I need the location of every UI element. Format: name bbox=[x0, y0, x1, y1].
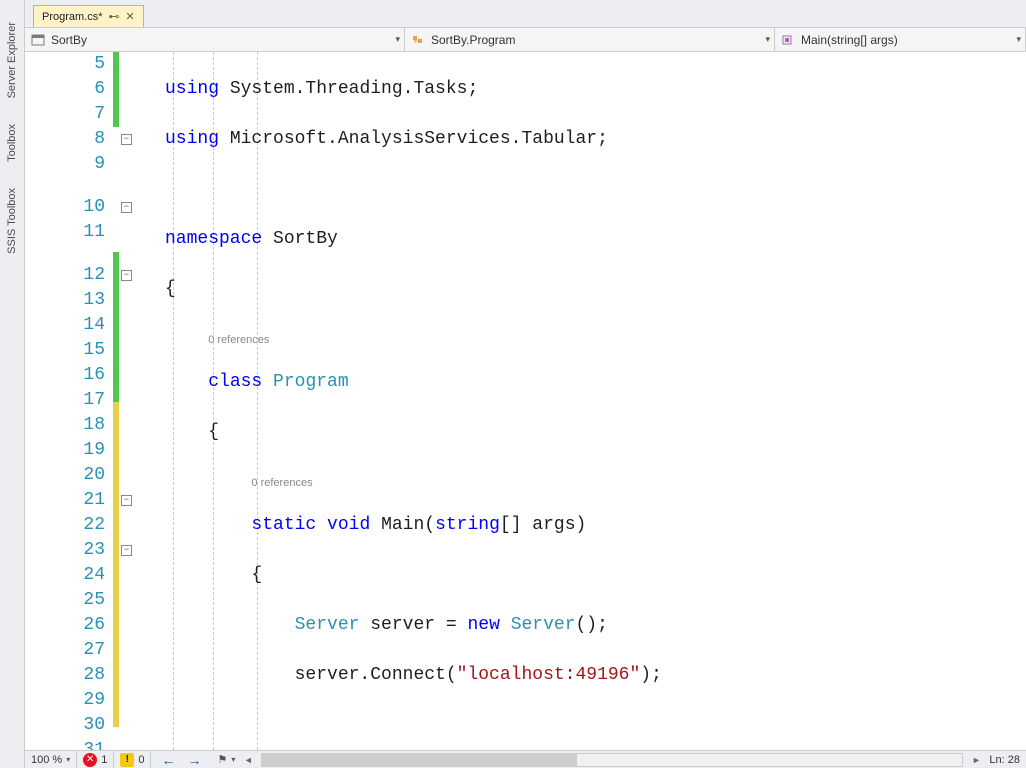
nav-scope-dropdown[interactable]: SortBy ▾ bbox=[25, 28, 405, 51]
cursor-position: Ln: 28 bbox=[983, 751, 1026, 768]
scroll-right-button[interactable]: ► bbox=[969, 753, 983, 767]
fold-toggle[interactable]: − bbox=[121, 134, 132, 145]
codelens-references[interactable]: 0 references bbox=[208, 334, 269, 346]
fold-toggle[interactable]: − bbox=[121, 270, 132, 281]
method-icon bbox=[781, 34, 795, 46]
scroll-left-button[interactable]: ◄ bbox=[241, 753, 255, 767]
outline-column: − − − − − bbox=[119, 52, 161, 750]
chevron-down-icon: ▾ bbox=[1016, 34, 1021, 45]
nav-member-label: Main(string[] args) bbox=[801, 33, 898, 47]
status-bar: 100 %▾ ✕ 1 ! 0 ← → ⚑▾ ◄ ► Ln: 28 bbox=[25, 750, 1026, 768]
nav-scope-label: SortBy bbox=[51, 33, 87, 47]
chevron-down-icon: ▾ bbox=[765, 34, 770, 45]
fold-toggle[interactable]: − bbox=[121, 495, 132, 506]
warning-count[interactable]: ! 0 bbox=[114, 751, 151, 768]
error-icon: ✕ bbox=[83, 753, 97, 767]
close-icon[interactable]: ✕ bbox=[126, 10, 135, 23]
warning-icon: ! bbox=[120, 753, 134, 767]
tab-strip: Program.cs* ⊷ ✕ bbox=[25, 0, 1026, 28]
dock-tab-toolbox[interactable]: Toolbox bbox=[4, 120, 20, 166]
line-number-gutter: 5 6 7 8 9 10 11 12 13 14 15 16 17 18 19 … bbox=[25, 52, 113, 750]
tab-title: Program.cs* bbox=[42, 11, 103, 23]
zoom-level[interactable]: 100 %▾ bbox=[25, 751, 77, 768]
horizontal-scrollbar[interactable] bbox=[261, 753, 963, 767]
error-count[interactable]: ✕ 1 bbox=[77, 751, 114, 768]
project-icon bbox=[31, 34, 45, 46]
dock-tab-ssis-toolbox[interactable]: SSIS Toolbox bbox=[4, 184, 20, 258]
flag-icon[interactable]: ⚑ bbox=[217, 753, 227, 766]
chevron-down-icon: ▾ bbox=[395, 34, 400, 45]
tab-program-cs[interactable]: Program.cs* ⊷ ✕ bbox=[33, 5, 144, 27]
nav-type-label: SortBy.Program bbox=[431, 33, 515, 47]
pin-icon[interactable]: ⊷ bbox=[109, 10, 120, 23]
dock-tab-server-explorer[interactable]: Server Explorer bbox=[4, 18, 20, 102]
nav-type-dropdown[interactable]: SortBy.Program ▾ bbox=[405, 28, 775, 51]
fold-toggle[interactable]: − bbox=[121, 545, 132, 556]
class-icon bbox=[411, 34, 425, 46]
codelens-references[interactable]: 0 references bbox=[251, 477, 312, 489]
code-content[interactable]: using System.Threading.Tasks; using Micr… bbox=[165, 52, 1026, 750]
scrollbar-thumb[interactable] bbox=[262, 754, 577, 766]
nav-strip: SortBy ▾ SortBy.Program ▾ Main(string[] … bbox=[25, 28, 1026, 52]
fold-toggle[interactable]: − bbox=[121, 202, 132, 213]
left-dock: Server Explorer Toolbox SSIS Toolbox bbox=[0, 0, 25, 768]
code-editor[interactable]: 5 6 7 8 9 10 11 12 13 14 15 16 17 18 19 … bbox=[25, 52, 1026, 750]
nav-forward-button[interactable]: → bbox=[183, 752, 205, 768]
nav-back-button[interactable]: ← bbox=[157, 752, 179, 768]
nav-member-dropdown[interactable]: Main(string[] args) ▾ bbox=[775, 28, 1026, 51]
